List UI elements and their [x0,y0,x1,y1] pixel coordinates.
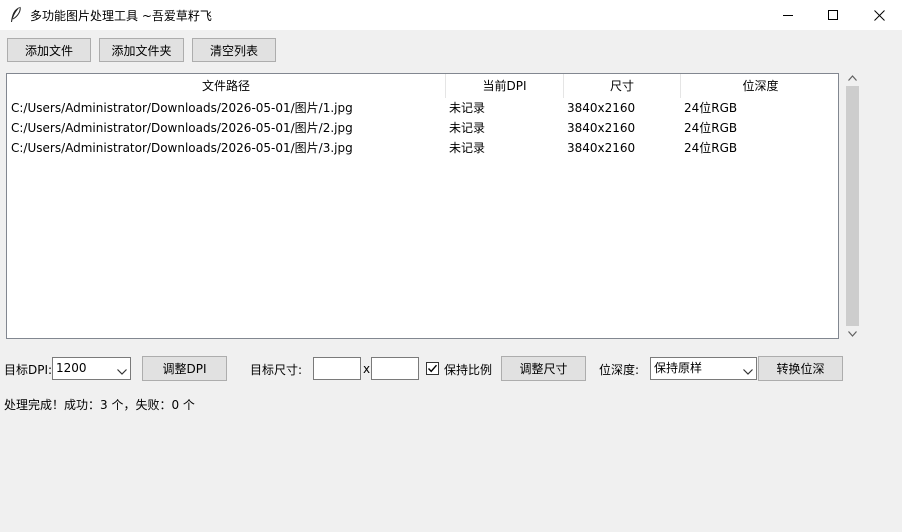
minimize-icon [783,15,793,16]
table-row[interactable]: C:/Users/Administrator/Downloads/2026-05… [7,98,838,118]
clear-list-button[interactable]: 清空列表 [192,38,276,62]
target-height-input[interactable] [371,357,419,380]
maximize-icon [828,10,838,20]
feather-icon [8,6,24,24]
target-dpi-value: 1200 [56,361,87,375]
target-width-input[interactable] [313,357,361,380]
column-header-bit-depth[interactable]: 位深度 [681,74,838,98]
chevron-up-icon [848,75,857,81]
cell-size: 3840x2160 [567,121,636,135]
status-text: 处理完成！成功：3 个，失败：0 个 [4,398,195,412]
table-row[interactable]: C:/Users/Administrator/Downloads/2026-05… [7,118,838,138]
cell-size: 3840x2160 [567,141,636,155]
cell-bit-depth: 24位RGB [684,141,738,155]
keep-ratio-label[interactable]: 保持比例 [444,361,492,378]
column-header-path[interactable]: 文件路径 [7,74,446,98]
cell-size: 3840x2160 [567,101,636,115]
target-dpi-label: 目标DPI: [4,363,53,377]
cell-bit-depth: 24位RGB [684,101,738,115]
window-title: 多功能图片处理工具 ~吾爱草籽飞 [30,9,212,23]
vertical-scrollbar[interactable] [844,70,861,342]
title-bar: 多功能图片处理工具 ~吾爱草籽飞 [0,0,902,30]
chevron-down-icon [117,364,127,378]
scrollbar-thumb[interactable] [846,86,859,326]
target-size-label: 目标尺寸: [250,363,303,377]
bit-depth-label: 位深度: [599,363,640,377]
convert-depth-button[interactable]: 转换位深 [758,356,843,381]
chevron-down-icon [848,331,857,337]
cell-dpi: 未记录 [449,101,486,115]
scroll-down-button[interactable] [844,326,861,342]
bit-depth-value: 保持原样 [654,361,703,375]
bit-depth-select[interactable]: 保持原样 [650,357,757,380]
cell-dpi: 未记录 [449,141,486,155]
close-icon [873,9,885,21]
table-header: 文件路径 当前DPI 尺寸 位深度 [7,74,838,98]
cell-path: C:/Users/Administrator/Downloads/2026-05… [11,101,353,115]
scroll-up-button[interactable] [844,70,861,86]
column-header-size[interactable]: 尺寸 [564,74,681,98]
close-button[interactable] [856,0,902,30]
adjust-dpi-button[interactable]: 调整DPI [142,356,227,381]
file-table[interactable]: 文件路径 当前DPI 尺寸 位深度 C:/Users/Administrator… [6,73,839,339]
adjust-size-button[interactable]: 调整尺寸 [501,356,586,381]
column-header-dpi[interactable]: 当前DPI [446,74,564,98]
keep-ratio-checkbox[interactable] [426,362,439,375]
cell-bit-depth: 24位RGB [684,121,738,135]
cell-dpi: 未记录 [449,121,486,135]
chevron-down-icon [743,364,753,378]
app-window: 多功能图片处理工具 ~吾爱草籽飞 添加文件 添加文件夹 清空列表 文件路径 当前… [0,0,902,532]
checkmark-icon [427,364,438,373]
add-file-button[interactable]: 添加文件 [7,38,91,62]
minimize-button[interactable] [765,0,811,30]
cell-path: C:/Users/Administrator/Downloads/2026-05… [11,121,353,135]
cell-path: C:/Users/Administrator/Downloads/2026-05… [11,141,353,155]
size-separator: x [363,362,371,376]
add-folder-button[interactable]: 添加文件夹 [99,38,184,62]
target-dpi-select[interactable]: 1200 [52,357,131,380]
table-row[interactable]: C:/Users/Administrator/Downloads/2026-05… [7,138,838,158]
maximize-button[interactable] [810,0,856,30]
